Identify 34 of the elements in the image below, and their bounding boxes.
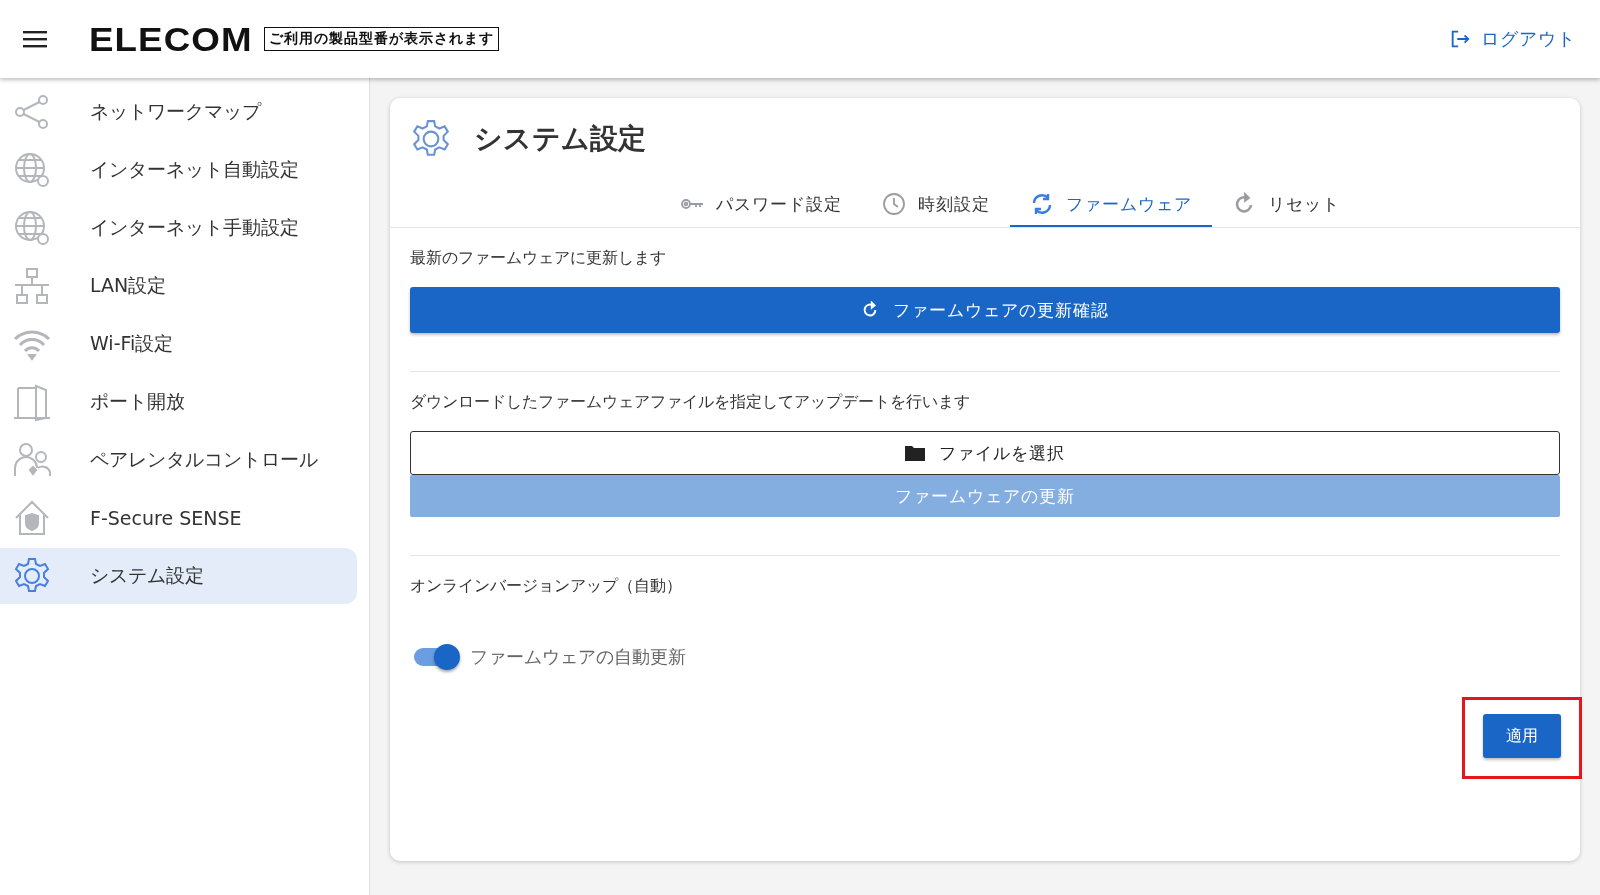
sidebar-item[interactable]: Wi-Fi設定 [0, 316, 357, 372]
clock-icon [882, 192, 906, 216]
sidebar-item[interactable]: F-Secure SENSE [0, 490, 357, 546]
section-description: ダウンロードしたファームウェアファイルを指定してアップデートを行います [410, 392, 971, 413]
globe-icon [12, 150, 52, 190]
section-heading: オンラインバージョンアップ（自動） [410, 576, 683, 597]
logout-link[interactable]: ログアウト [1449, 27, 1576, 51]
logout-icon [1449, 28, 1471, 50]
refresh-icon [861, 301, 879, 319]
globe-icon [12, 208, 52, 248]
sidebar-item[interactable]: ペアレンタルコントロール [0, 432, 357, 488]
sidebar-item[interactable]: インターネット自動設定 [0, 142, 357, 198]
tab[interactable]: リセット [1212, 184, 1360, 227]
tab[interactable]: 時刻設定 [862, 184, 1010, 227]
update-check-button[interactable]: ファームウェアの更新確認 [410, 287, 1560, 333]
file-select-button[interactable]: ファイルを選択 [410, 431, 1560, 475]
toggle-label: ファームウェアの自動更新 [470, 645, 686, 669]
apply-button[interactable]: 適用 [1483, 714, 1561, 758]
sidebar-item[interactable]: LAN設定 [0, 258, 357, 314]
menu-icon[interactable] [23, 30, 47, 48]
sidebar-item[interactable]: ポート開放 [0, 374, 357, 430]
brand-logo: ELECOM [89, 19, 253, 59]
sidebar-item[interactable]: ネットワークマップ [0, 84, 357, 140]
sidebar-item[interactable]: インターネット手動設定 [0, 200, 357, 256]
tab[interactable]: パスワード設定 [660, 184, 862, 227]
hierarchy-icon [12, 266, 52, 306]
door-icon [12, 382, 52, 422]
folder-icon [905, 445, 925, 461]
sidebar-item[interactable]: システム設定 [0, 548, 357, 604]
sync-icon [1030, 192, 1054, 216]
page-title: システム設定 [474, 121, 646, 157]
model-label: ご利用の製品型番が表示されます [264, 27, 500, 51]
tab[interactable]: ファームウェア [1010, 184, 1212, 227]
section-description: 最新のファームウェアに更新します [410, 248, 667, 269]
